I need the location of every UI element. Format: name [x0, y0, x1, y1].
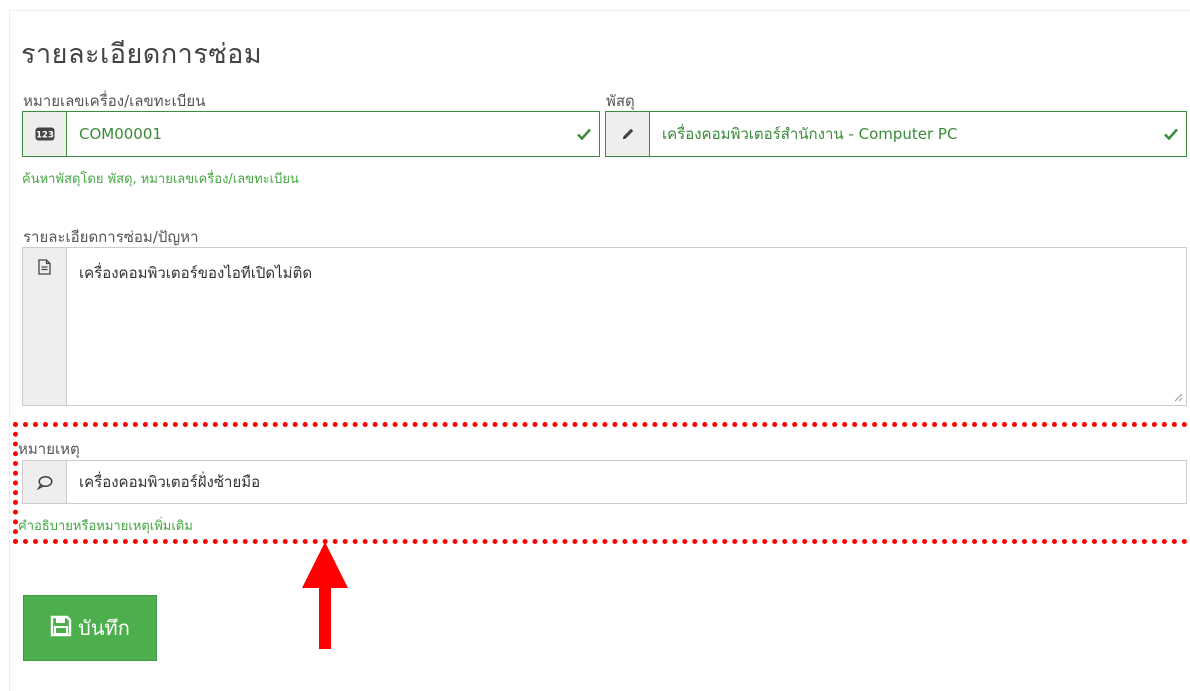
- check-icon: [569, 128, 599, 140]
- pencil-icon: [606, 112, 650, 156]
- save-icon: [50, 615, 72, 642]
- machine-no-label: หมายเลขเครื่อง/เลขทะเบียน: [23, 92, 206, 110]
- machine-no-field[interactable]: 123 COM00001: [22, 111, 600, 157]
- item-field[interactable]: เครื่องคอมพิวเตอร์สำนักงาน - Computer PC: [605, 111, 1187, 157]
- svg-text:123: 123: [36, 131, 54, 141]
- highlight-box: [13, 422, 1190, 544]
- save-button-label: บันทึก: [78, 616, 130, 640]
- item-value[interactable]: เครื่องคอมพิวเตอร์สำนักงาน - Computer PC: [650, 122, 1156, 146]
- page-title: รายละเอียดการซ่อม: [21, 39, 263, 70]
- detail-textarea[interactable]: เครื่องคอมพิวเตอร์ของไอทีเปิดไม่ติด: [22, 247, 1187, 406]
- check-icon: [1156, 128, 1186, 140]
- save-button[interactable]: บันทึก: [23, 595, 157, 661]
- number-icon: 123: [23, 112, 67, 156]
- resize-handle[interactable]: [1174, 393, 1183, 402]
- document-icon: [23, 248, 67, 405]
- machine-no-value[interactable]: COM00001: [67, 125, 569, 143]
- detail-label: รายละเอียดการซ่อม/ปัญหา: [23, 228, 199, 246]
- machine-no-help: ค้นหาพัสดุโดย พัสดุ, หมายเลขเครื่อง/เลขท…: [22, 172, 299, 187]
- detail-value[interactable]: เครื่องคอมพิวเตอร์ของไอทีเปิดไม่ติด: [67, 248, 1186, 285]
- item-label: พัสดุ: [606, 92, 635, 110]
- arrow-up-icon: [302, 542, 348, 649]
